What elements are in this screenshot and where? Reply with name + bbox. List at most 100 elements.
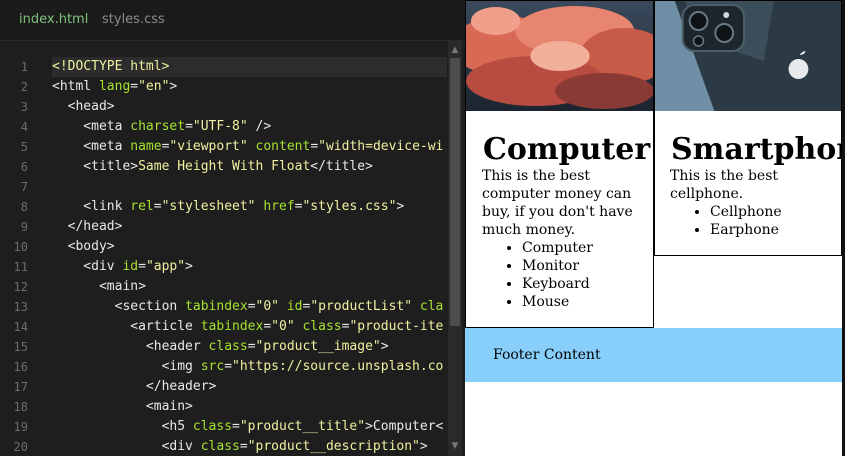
line-number: 20 [13, 440, 28, 454]
code-token: cla [419, 299, 444, 314]
code-token: id [286, 299, 303, 314]
code-token: <div [52, 439, 201, 454]
scroll-up-arrow-icon[interactable]: ▲ [448, 44, 462, 56]
code-line[interactable]: <header class="product__image"> [52, 337, 447, 357]
code-token: class [200, 439, 240, 454]
scrollbar-thumb[interactable] [450, 58, 460, 326]
line-number: 7 [20, 180, 28, 194]
line-number: 18 [13, 400, 28, 414]
code-token: <article [52, 319, 201, 334]
tab-index-html[interactable]: index.html [19, 0, 88, 40]
code-token: /> [247, 119, 272, 134]
code-token: "https://source.unsplash.co [232, 359, 444, 374]
product-feature-list: Computer Monitor Keyboard Mouse [466, 239, 653, 311]
line-number: 9 [20, 220, 28, 234]
code-area[interactable]: <!DOCTYPE html> <html lang="en"> <head> <… [52, 57, 447, 456]
code-token: charset [130, 119, 186, 134]
line-number: 6 [20, 160, 28, 174]
code-line[interactable]: <head> [52, 97, 447, 117]
code-line[interactable]: <html lang="en"> [52, 77, 447, 97]
code-token: = [224, 359, 233, 374]
list-item: Monitor [522, 257, 653, 275]
editor-tab-bar: index.html styles.css [0, 0, 465, 41]
code-line[interactable]: <div class="product__description"> [52, 437, 447, 456]
line-number: 11 [13, 260, 28, 274]
code-line[interactable]: <section tabindex="0" id="productList" c… [52, 297, 447, 317]
code-line[interactable]: </header> [52, 377, 447, 397]
list-item: Computer [522, 239, 653, 257]
code-token: <main> [52, 399, 193, 414]
code-line[interactable]: <div id="app"> [52, 257, 447, 277]
product-card-computer[interactable]: Computer This is the best computer money… [465, 0, 654, 328]
editor-scrollbar[interactable]: ▲ ▼ [448, 40, 462, 456]
code-line[interactable]: <meta name="viewport" content="width=dev… [52, 137, 447, 157]
line-number: 1 [20, 60, 28, 74]
code-token: > [419, 439, 428, 454]
code-token: "product__title" [239, 419, 366, 434]
code-token: "0" [271, 319, 295, 334]
code-token: "0" [255, 299, 279, 314]
line-number: 2 [20, 80, 28, 94]
code-token: </title> [310, 159, 373, 174]
code-token: > [169, 79, 178, 94]
code-token: class [192, 419, 233, 434]
code-line[interactable]: <title>Same Height With Float</title> [52, 157, 447, 177]
code-line[interactable]: <h5 class="product__title">Computer< [52, 417, 447, 437]
browser-preview: Computer This is the best computer money… [465, 0, 845, 456]
code-token: > [185, 259, 193, 274]
code-token: > [396, 199, 405, 214]
code-token: <h5 [52, 419, 193, 434]
line-number: 13 [13, 300, 28, 314]
code-token: = [310, 139, 319, 154]
code-line[interactable]: <img src="https://source.unsplash.co [52, 357, 447, 377]
code-line[interactable]: <main> [52, 397, 447, 417]
code-token: <!DOCTYPE html> [52, 59, 170, 74]
code-token: = [185, 119, 193, 134]
code-token: content [255, 139, 311, 154]
code-editor[interactable]: index.html styles.css 1 2 3 4 5 6 7 8 9 … [0, 0, 465, 456]
line-number: 12 [13, 280, 28, 294]
line-number-gutter: 1 2 3 4 5 6 7 8 9 10 11 12 13 14 15 16 1… [0, 57, 40, 456]
code-line[interactable]: <article tabindex="0" class="product-ite [52, 317, 447, 337]
tab-styles-css[interactable]: styles.css [102, 0, 165, 40]
product-card-smartphone[interactable]: Smartphone This is the best cellphone. C… [654, 0, 842, 256]
scroll-down-arrow-icon[interactable]: ▼ [448, 440, 462, 452]
code-token: id [122, 259, 139, 274]
code-token: <div [52, 259, 123, 274]
code-token: > [380, 339, 389, 354]
code-token: class [208, 339, 248, 354]
code-line[interactable]: </head> [52, 217, 447, 237]
code-token: <title> [52, 159, 139, 174]
code-token: = [232, 419, 240, 434]
code-token: </header> [52, 379, 217, 394]
code-line[interactable]: <meta charset="UTF-8" /> [52, 117, 447, 137]
line-number: 17 [13, 380, 28, 394]
code-line[interactable] [52, 177, 447, 197]
line-number: 10 [13, 240, 28, 254]
code-token: "viewport" [169, 139, 248, 154]
code-token: "product__description" [247, 439, 420, 454]
code-token: <head> [52, 99, 115, 114]
code-line[interactable]: <!DOCTYPE html> [52, 57, 447, 77]
page-footer: Footer Content [465, 328, 845, 382]
code-token: <img [52, 359, 201, 374]
list-item: Keyboard [522, 275, 653, 293]
code-line[interactable]: <main> [52, 277, 447, 297]
code-token: = [263, 319, 272, 334]
code-token: name [130, 139, 162, 154]
code-token: <meta [52, 139, 131, 154]
code-token: "app" [145, 259, 186, 274]
code-token: = [247, 299, 256, 314]
code-token: = [247, 339, 256, 354]
code-token: lang [98, 79, 131, 94]
code-line[interactable]: <link rel="stylesheet" href="styles.css"… [52, 197, 447, 217]
code-token: rel [130, 199, 154, 214]
footer-text: Footer Content [493, 347, 601, 363]
line-number: 16 [13, 360, 28, 374]
code-token: <main> [52, 279, 146, 294]
code-token: <header [52, 339, 209, 354]
code-line[interactable]: <body> [52, 237, 447, 257]
